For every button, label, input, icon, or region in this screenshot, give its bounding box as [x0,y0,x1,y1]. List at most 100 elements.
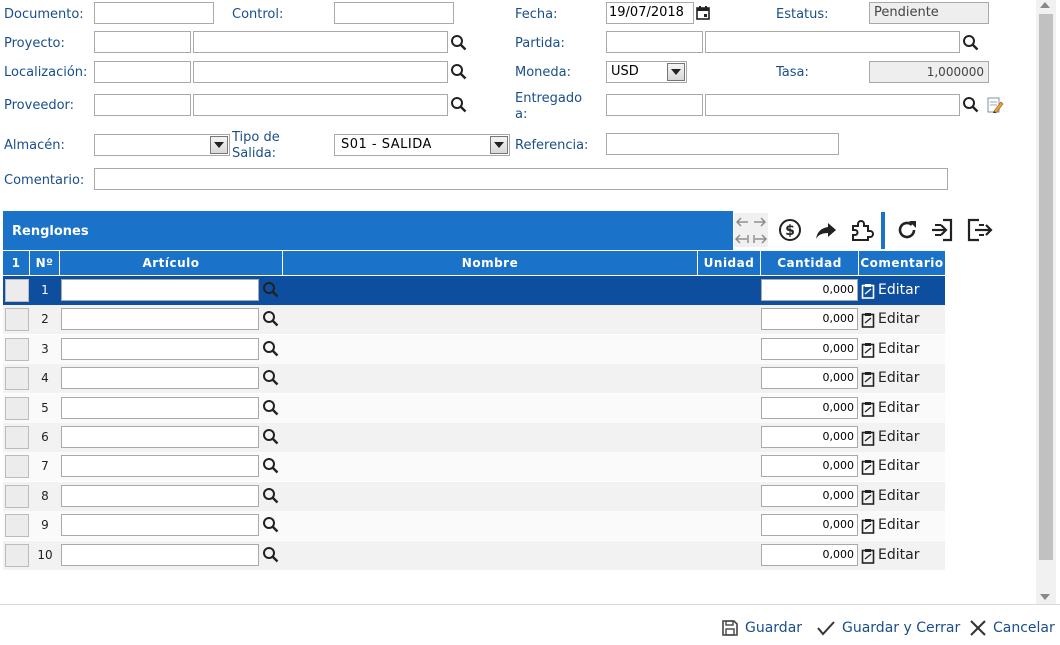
row-select-box[interactable] [5,279,29,302]
articulo-search-icon[interactable] [262,516,280,538]
scrollbar-thumb[interactable] [1039,14,1053,560]
articulo-input[interactable] [61,367,259,389]
cantidad-input[interactable]: 0,000 [761,455,858,477]
editar-comentario-button[interactable]: Editar [861,511,919,540]
almacen-select[interactable] [94,134,230,156]
row-select-box[interactable] [5,544,29,567]
articulo-input[interactable] [61,455,259,477]
articulo-input[interactable] [61,426,259,448]
row-select-box[interactable] [5,338,29,361]
entregado-search-icon[interactable] [962,96,980,114]
chevron-down-icon[interactable] [210,136,228,154]
localizacion-search-icon[interactable] [450,63,468,81]
currency-icon[interactable]: $ [775,215,805,245]
articulo-search-icon[interactable] [262,457,280,479]
proveedor-search-icon[interactable] [450,96,468,114]
cantidad-input[interactable]: 0,000 [761,426,858,448]
proyecto-name-input[interactable] [193,31,448,53]
editar-comentario-button[interactable]: Editar [861,423,919,452]
col-header-cantidad[interactable]: Cantidad [761,251,859,275]
proveedor-name-input[interactable] [193,94,448,116]
cantidad-input[interactable]: 0,000 [761,544,858,566]
row-select-box[interactable] [5,514,29,537]
articulo-search-icon[interactable] [262,310,280,332]
comentario-input[interactable] [94,168,948,190]
guardar-cerrar-button[interactable]: Guardar y Cerrar [816,616,960,640]
cantidad-input[interactable]: 0,000 [761,338,858,360]
cantidad-input[interactable]: 0,000 [761,514,858,536]
vertical-scrollbar[interactable] [1036,0,1056,604]
referencia-input[interactable] [606,133,839,155]
cantidad-input[interactable]: 0,000 [761,308,858,330]
articulo-search-icon[interactable] [262,369,280,391]
articulo-input[interactable] [61,397,259,419]
forward-arrow-icon[interactable] [811,215,841,245]
calendar-icon[interactable] [695,5,711,25]
row-select-box[interactable] [5,367,29,390]
control-input[interactable] [334,2,454,24]
col-header-comentario[interactable]: Comentario [859,251,945,275]
articulo-search-icon[interactable] [262,428,280,450]
export-icon[interactable] [964,215,994,245]
guardar-button[interactable]: Guardar [721,616,802,640]
table-row[interactable]: 1 0,000 Editar [3,276,945,305]
row-select-box[interactable] [5,485,29,508]
partida-search-icon[interactable] [962,34,980,52]
cantidad-input[interactable]: 0,000 [761,279,858,301]
table-row[interactable]: 6 0,000 Editar [3,423,945,452]
articulo-search-icon[interactable] [262,340,280,362]
editar-comentario-button[interactable]: Editar [861,541,919,570]
fecha-input[interactable]: 19/07/2018 [606,2,694,24]
articulo-input[interactable] [61,338,259,360]
moneda-select[interactable]: USD [606,61,687,83]
articulo-input[interactable] [61,544,259,566]
table-row[interactable]: 5 0,000 Editar [3,394,945,423]
row-select-box[interactable] [5,455,29,478]
articulo-input[interactable] [61,308,259,330]
articulo-input[interactable] [61,485,259,507]
table-row[interactable]: 7 0,000 Editar [3,452,945,481]
tipo-salida-select[interactable]: S01 - SALIDA [334,134,510,156]
col-header-nombre[interactable]: Nombre [283,251,698,275]
articulo-search-icon[interactable] [262,487,280,509]
col-header-articulo[interactable]: Artículo [60,251,283,275]
refresh-icon[interactable] [892,215,922,245]
articulo-search-icon[interactable] [262,281,280,303]
editar-comentario-button[interactable]: Editar [861,452,919,481]
plugin-icon[interactable] [847,215,877,245]
table-row[interactable]: 3 0,000 Editar [3,335,945,364]
scroll-up-icon[interactable] [1040,2,1050,8]
row-select-box[interactable] [5,426,29,449]
table-row[interactable]: 8 0,000 Editar [3,482,945,511]
articulo-input[interactable] [61,279,259,301]
documento-input[interactable] [94,2,214,24]
cancelar-button[interactable]: Cancelar [969,616,1055,640]
row-select-box[interactable] [5,308,29,331]
table-row[interactable]: 4 0,000 Editar [3,364,945,393]
editar-comentario-button[interactable]: Editar [861,305,919,334]
entregado-code-input[interactable] [606,94,703,116]
articulo-search-icon[interactable] [262,399,280,421]
chevron-down-icon[interactable] [667,63,685,81]
articulo-search-icon[interactable] [262,546,280,568]
table-row[interactable]: 10 0,000 Editar [3,541,945,570]
row-select-box[interactable] [5,397,29,420]
partida-code-input[interactable] [606,31,703,53]
scroll-down-icon[interactable] [1040,594,1050,600]
partida-name-input[interactable] [705,31,960,53]
col-header-select[interactable]: 1 [3,251,30,275]
localizacion-name-input[interactable] [193,61,448,83]
editar-comentario-button[interactable]: Editar [861,276,919,305]
editar-comentario-button[interactable]: Editar [861,482,919,511]
table-row[interactable]: 2 0,000 Editar [3,305,945,334]
col-header-unidad[interactable]: Unidad [698,251,761,275]
import-icon[interactable] [927,215,957,245]
proveedor-code-input[interactable] [94,94,191,116]
edit-document-icon[interactable] [986,96,1004,118]
editar-comentario-button[interactable]: Editar [861,364,919,393]
proyecto-code-input[interactable] [94,31,191,53]
col-header-num[interactable]: Nº [30,251,60,275]
localizacion-code-input[interactable] [94,61,191,83]
cantidad-input[interactable]: 0,000 [761,485,858,507]
cantidad-input[interactable]: 0,000 [761,367,858,389]
